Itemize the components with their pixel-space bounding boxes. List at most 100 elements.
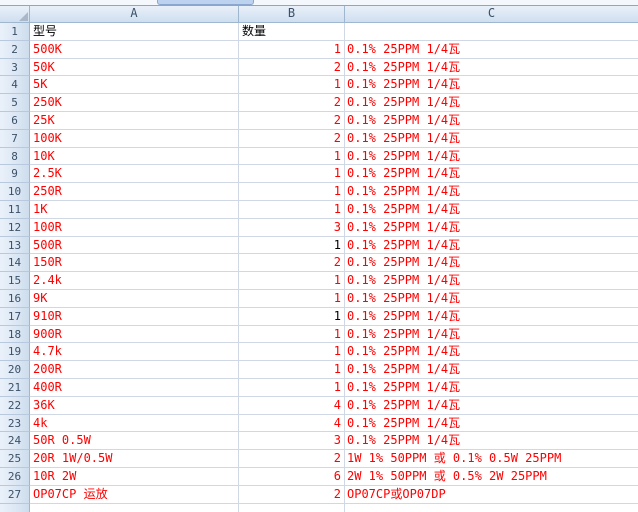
cell-c1[interactable] <box>345 23 638 41</box>
cell-a6[interactable]: 25K <box>30 112 239 130</box>
cell-a2[interactable]: 500K <box>30 41 239 59</box>
cell-c26[interactable]: 2W 1% 50PPM 或 0.5% 2W 25PPM <box>345 468 638 486</box>
cell-c12[interactable]: 0.1% 25PPM 1/4瓦 <box>345 219 638 237</box>
cell-a8[interactable]: 10K <box>30 148 239 166</box>
row-header[interactable]: 3 <box>0 59 30 77</box>
cell-b13[interactable]: 1 <box>239 237 345 255</box>
cell[interactable] <box>30 504 239 512</box>
cell-a4[interactable]: 5K <box>30 76 239 94</box>
cell-b22[interactable]: 4 <box>239 397 345 415</box>
select-all-corner[interactable] <box>0 6 30 22</box>
cell-a23[interactable]: 4k <box>30 415 239 433</box>
cell-c27[interactable]: OP07CP或OP07DP <box>345 486 638 504</box>
row-header[interactable]: 2 <box>0 41 30 59</box>
cell-c10[interactable]: 0.1% 25PPM 1/4瓦 <box>345 183 638 201</box>
cell-b11[interactable]: 1 <box>239 201 345 219</box>
cell-b1[interactable]: 数量 <box>239 23 345 41</box>
cell-c24[interactable]: 0.1% 25PPM 1/4瓦 <box>345 432 638 450</box>
cell-a5[interactable]: 250K <box>30 94 239 112</box>
cell-b8[interactable]: 1 <box>239 148 345 166</box>
row-header[interactable]: 16 <box>0 290 30 308</box>
row-header[interactable]: 19 <box>0 343 30 361</box>
cell-b15[interactable]: 1 <box>239 272 345 290</box>
cell-a10[interactable]: 250R <box>30 183 239 201</box>
cell-b16[interactable]: 1 <box>239 290 345 308</box>
row-header[interactable]: 10 <box>0 183 30 201</box>
row-header[interactable]: 1 <box>0 23 30 41</box>
cell-a1[interactable]: 型号 <box>30 23 239 41</box>
cell-c6[interactable]: 0.1% 25PPM 1/4瓦 <box>345 112 638 130</box>
cell-c25[interactable]: 1W 1% 50PPM 或 0.1% 0.5W 25PPM <box>345 450 638 468</box>
row-header[interactable]: 27 <box>0 486 30 504</box>
cell-c23[interactable]: 0.1% 25PPM 1/4瓦 <box>345 415 638 433</box>
cell-c22[interactable]: 0.1% 25PPM 1/4瓦 <box>345 397 638 415</box>
cell-b2[interactable]: 1 <box>239 41 345 59</box>
cell-a16[interactable]: 9K <box>30 290 239 308</box>
cell-a11[interactable]: 1K <box>30 201 239 219</box>
row-header[interactable]: 12 <box>0 219 30 237</box>
column-header-c[interactable]: C <box>345 6 638 22</box>
cell-b14[interactable]: 2 <box>239 254 345 272</box>
cell-c11[interactable]: 0.1% 25PPM 1/4瓦 <box>345 201 638 219</box>
cell-c4[interactable]: 0.1% 25PPM 1/4瓦 <box>345 76 638 94</box>
cell-c18[interactable]: 0.1% 25PPM 1/4瓦 <box>345 326 638 344</box>
cell-c5[interactable]: 0.1% 25PPM 1/4瓦 <box>345 94 638 112</box>
cell-c13[interactable]: 0.1% 25PPM 1/4瓦 <box>345 237 638 255</box>
cell-b19[interactable]: 1 <box>239 343 345 361</box>
row-header[interactable]: 7 <box>0 130 30 148</box>
cell-a22[interactable]: 36K <box>30 397 239 415</box>
row-header[interactable]: 22 <box>0 397 30 415</box>
cell-b5[interactable]: 2 <box>239 94 345 112</box>
cell-b4[interactable]: 1 <box>239 76 345 94</box>
row-header[interactable]: 25 <box>0 450 30 468</box>
row-header[interactable]: 9 <box>0 165 30 183</box>
row-header[interactable]: 20 <box>0 361 30 379</box>
cell[interactable] <box>239 504 345 512</box>
row-header[interactable]: 5 <box>0 94 30 112</box>
row-header[interactable]: 15 <box>0 272 30 290</box>
cell-a15[interactable]: 2.4k <box>30 272 239 290</box>
cell-c8[interactable]: 0.1% 25PPM 1/4瓦 <box>345 148 638 166</box>
cell-a17[interactable]: 910R <box>30 308 239 326</box>
row-header[interactable]: 18 <box>0 326 30 344</box>
cell-b18[interactable]: 1 <box>239 326 345 344</box>
cell-c15[interactable]: 0.1% 25PPM 1/4瓦 <box>345 272 638 290</box>
cell-b6[interactable]: 2 <box>239 112 345 130</box>
cell-a9[interactable]: 2.5K <box>30 165 239 183</box>
cell-a14[interactable]: 150R <box>30 254 239 272</box>
row-header[interactable]: 24 <box>0 432 30 450</box>
cell-b20[interactable]: 1 <box>239 361 345 379</box>
cell-b17[interactable]: 1 <box>239 308 345 326</box>
cell-a19[interactable]: 4.7k <box>30 343 239 361</box>
cell-c21[interactable]: 0.1% 25PPM 1/4瓦 <box>345 379 638 397</box>
row-header[interactable]: 11 <box>0 201 30 219</box>
cell-b21[interactable]: 1 <box>239 379 345 397</box>
cell-b10[interactable]: 1 <box>239 183 345 201</box>
column-header-b[interactable]: B <box>239 6 345 22</box>
cell-b25[interactable]: 2 <box>239 450 345 468</box>
cell-a3[interactable]: 50K <box>30 59 239 77</box>
cell-a27[interactable]: OP07CP 运放 <box>30 486 239 504</box>
cell-c16[interactable]: 0.1% 25PPM 1/4瓦 <box>345 290 638 308</box>
cell[interactable] <box>345 504 638 512</box>
cell-c20[interactable]: 0.1% 25PPM 1/4瓦 <box>345 361 638 379</box>
row-header[interactable] <box>0 504 30 512</box>
row-header[interactable]: 13 <box>0 237 30 255</box>
cell-b7[interactable]: 2 <box>239 130 345 148</box>
cell-c2[interactable]: 0.1% 25PPM 1/4瓦 <box>345 41 638 59</box>
row-header[interactable]: 4 <box>0 76 30 94</box>
column-header-a[interactable]: A <box>30 6 239 22</box>
cell-c7[interactable]: 0.1% 25PPM 1/4瓦 <box>345 130 638 148</box>
cell-b9[interactable]: 1 <box>239 165 345 183</box>
cell-a25[interactable]: 20R 1W/0.5W <box>30 450 239 468</box>
cell-c3[interactable]: 0.1% 25PPM 1/4瓦 <box>345 59 638 77</box>
row-header[interactable]: 23 <box>0 415 30 433</box>
cell-c14[interactable]: 0.1% 25PPM 1/4瓦 <box>345 254 638 272</box>
cell-b23[interactable]: 4 <box>239 415 345 433</box>
cell-b27[interactable]: 2 <box>239 486 345 504</box>
cell-a26[interactable]: 10R 2W <box>30 468 239 486</box>
row-header[interactable]: 21 <box>0 379 30 397</box>
cell-c9[interactable]: 0.1% 25PPM 1/4瓦 <box>345 165 638 183</box>
cell-a12[interactable]: 100R <box>30 219 239 237</box>
row-header[interactable]: 14 <box>0 254 30 272</box>
